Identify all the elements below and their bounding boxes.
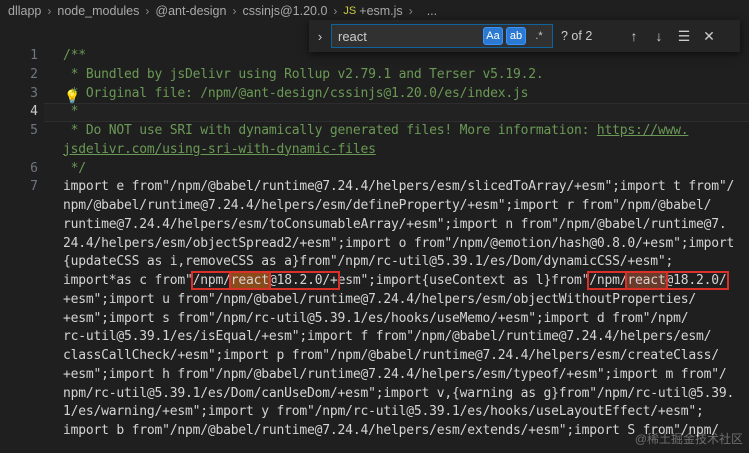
arrow-down-icon[interactable]: ↓ xyxy=(647,28,671,44)
code-line: classCallCheck/+esm";import p from"/npm/… xyxy=(63,348,719,363)
code-line: +esm";import u from"/npm/@babel/runtime@… xyxy=(63,291,697,307)
path-highlight: /npm/react@18.2.0/ xyxy=(587,271,729,290)
code-line: * Bundled by jsDelivr using Rollup v2.79… xyxy=(63,66,544,82)
chevron-right-icon: › xyxy=(333,4,338,18)
line-number-gutter: 1 2 3 4 5 6 7 xyxy=(0,47,44,197)
line-number: 1 xyxy=(30,48,38,63)
chevron-right-icon: › xyxy=(408,4,413,18)
code-line: import e from"/npm/@babel/runtime@7.24.4… xyxy=(63,179,735,195)
code-line: * xyxy=(63,104,79,120)
code-line: +esm";import h from"/npm/@babel/runtime@… xyxy=(63,366,727,382)
code-line: * Do NOT use SRI with dynamically genera… xyxy=(63,122,749,141)
search-match: react xyxy=(228,271,271,290)
match-whole-word-toggle[interactable]: ab xyxy=(506,27,526,45)
breadcrumb-item-ant-design[interactable]: @ant-design xyxy=(155,4,226,18)
code-line: {updateCSS as i,removeCSS as a}from"/npm… xyxy=(63,254,674,270)
breadcrumb-item-dllapp[interactable]: dllapp xyxy=(8,4,41,18)
chevron-right-icon: › xyxy=(145,4,150,18)
path-highlight: /npm/react@18.2.0/+ xyxy=(190,271,340,290)
code-line: rc-util@5.39.1/es/isEqual/+esm";import f… xyxy=(63,329,712,345)
breadcrumb-item-node-modules[interactable]: node_modules xyxy=(57,4,139,18)
line-number: 7 xyxy=(30,179,38,195)
code-content: /** * Bundled by jsDelivr using Rollup v… xyxy=(63,47,749,441)
find-input[interactable]: react xyxy=(338,29,483,44)
find-in-selection-icon[interactable]: ☰ xyxy=(672,28,696,45)
code-editor[interactable]: 1 2 3 4 5 6 7 💡 /** * Bundled by jsDeliv… xyxy=(0,47,749,453)
find-widget: › react Aa ab .* ? of 2 ↑ ↓ ☰ ✕ xyxy=(309,20,740,52)
breadcrumb-ellipsis[interactable]: ... xyxy=(427,4,437,18)
code-text: import*as c from" xyxy=(63,273,193,288)
code-line: runtime@7.24.4/helpers/esm/toConsumableA… xyxy=(63,216,727,232)
line-number: 6 xyxy=(30,160,38,176)
code-line: +esm";import s from"/npm/rc-util@5.39.1/… xyxy=(63,310,689,326)
chevron-right-icon: › xyxy=(232,4,237,18)
code-link[interactable]: jsdelivr.com/using-sri-with-dynamic-file… xyxy=(63,142,376,157)
code-text: @18.2.0/ xyxy=(665,273,727,288)
breadcrumb: dllapp › node_modules › @ant-design › cs… xyxy=(0,0,749,22)
code-line: * Original file: /npm/@ant-design/cssinj… xyxy=(63,85,529,101)
breadcrumb-item-cssinjs[interactable]: cssinjs@1.20.0 xyxy=(242,4,327,18)
line-number: 3 xyxy=(30,85,38,101)
search-match: react xyxy=(625,271,668,290)
code-text: @18.2.0/+ xyxy=(268,273,338,288)
find-input-box[interactable]: react Aa ab .* xyxy=(331,24,553,48)
code-line: jsdelivr.com/using-sri-with-dynamic-file… xyxy=(63,141,749,160)
line-number-active: 4 xyxy=(30,104,38,120)
match-count: ? of 2 xyxy=(561,29,593,43)
code-text: /npm/ xyxy=(192,273,231,288)
line-number: 5 xyxy=(30,123,38,138)
code-text: /npm/ xyxy=(589,273,628,288)
code-line: */ xyxy=(63,160,86,176)
code-link[interactable]: https://www. xyxy=(597,123,689,138)
javascript-file-icon: JS xyxy=(343,5,357,17)
close-icon[interactable]: ✕ xyxy=(697,28,721,45)
code-line: npm/@babel/runtime@7.24.4/helpers/esm/de… xyxy=(63,198,712,213)
code-line: npm/rc-util@5.39.1/es/Dom/canUseDom/+esm… xyxy=(63,385,735,401)
chevron-right-icon[interactable]: › xyxy=(309,29,331,44)
line-number: 2 xyxy=(30,66,38,82)
chevron-right-icon: › xyxy=(47,4,52,18)
code-line: 24.4/helpers/esm/objectSpread2/+esm";imp… xyxy=(63,235,735,251)
line-number xyxy=(0,141,44,160)
breadcrumb-file[interactable]: +esm.js xyxy=(359,4,402,18)
arrow-up-icon[interactable]: ↑ xyxy=(622,28,646,44)
code-line: import*as c from"/npm/react@18.2.0/+esm"… xyxy=(63,271,749,291)
watermark: @稀土掘金技术社区 xyxy=(634,432,743,446)
match-case-toggle[interactable]: Aa xyxy=(483,27,503,45)
code-comment-text: * Do NOT use SRI with dynamically genera… xyxy=(63,123,597,138)
code-line: 1/es/warning/+esm";import y from"/npm/rc… xyxy=(63,404,704,420)
code-text: esm";import{useContext as l}from" xyxy=(337,273,590,288)
use-regex-toggle[interactable]: .* xyxy=(529,27,549,45)
